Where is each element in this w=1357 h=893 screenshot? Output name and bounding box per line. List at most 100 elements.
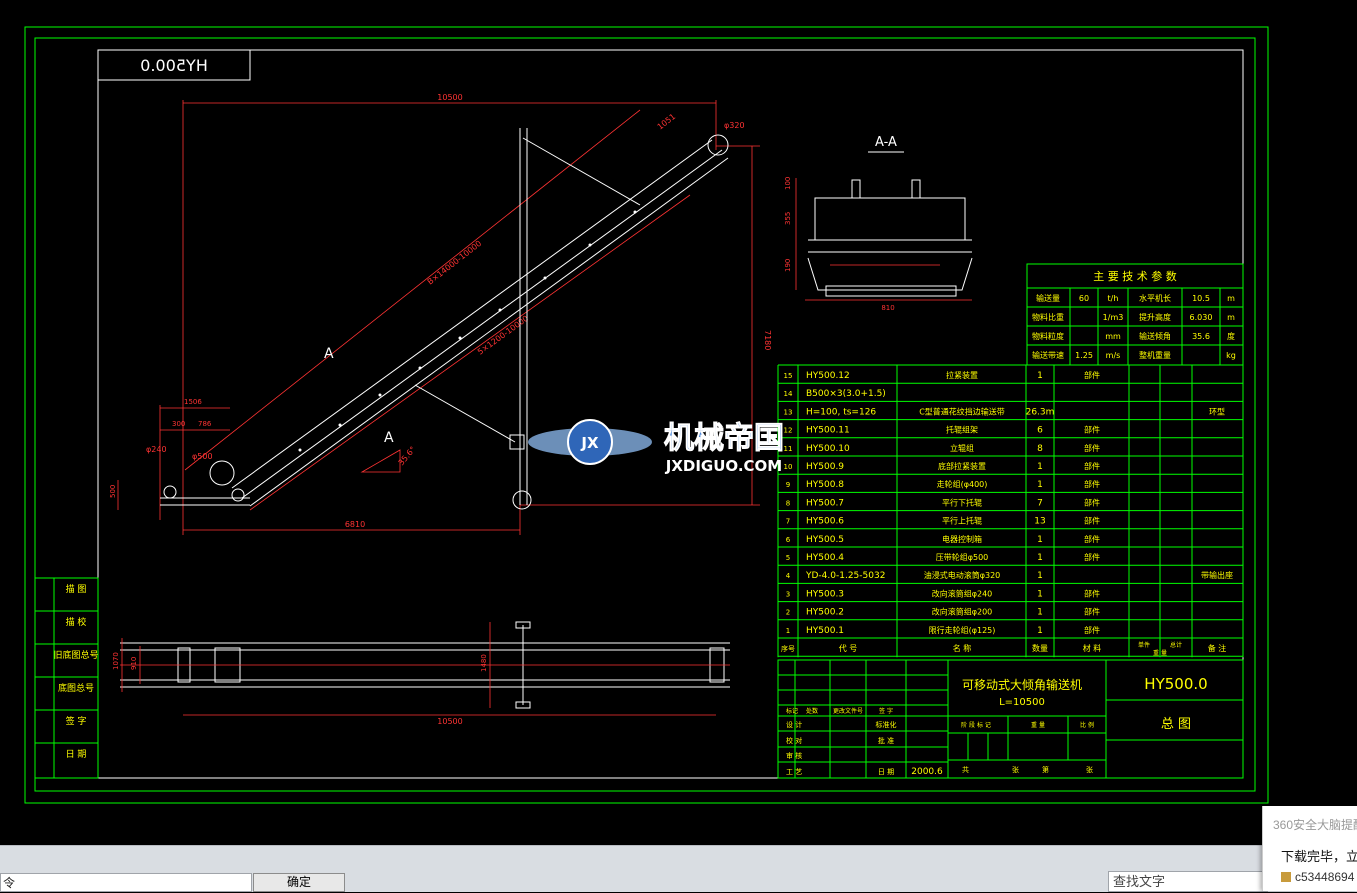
- tb-review: 审 核: [786, 751, 802, 760]
- parts-cell: 部件: [1084, 588, 1100, 598]
- parts-cell: 26.3m: [1026, 407, 1055, 417]
- parts-cell: 数量: [1032, 643, 1048, 653]
- parts-cell: 1: [1037, 589, 1043, 599]
- section-view: [807, 179, 973, 297]
- parts-cell: 油浸式电动滚筒φ320: [924, 570, 1001, 580]
- tb-process: 工 艺: [786, 768, 802, 776]
- parts-cell: 1: [1037, 626, 1043, 636]
- tb-ratio: 比 例: [1080, 721, 1094, 729]
- parts-cell: 1: [1037, 553, 1043, 563]
- tb-standard: 标准化: [876, 720, 897, 729]
- dim-500: 500: [109, 485, 117, 498]
- command-line-field[interactable]: 令: [0, 873, 252, 892]
- parts-cell: 立辊组: [950, 443, 974, 453]
- tech-param-cell: 1.25: [1075, 351, 1093, 360]
- cad-drawing-canvas[interactable]: HY500.0 描 图 描 校 旧底图总号 底图总号 签 字 日 期 10500…: [0, 0, 1357, 845]
- parts-cell: 代 号: [839, 643, 858, 653]
- parts-cell: 走轮组(φ400): [937, 479, 988, 489]
- parts-cell: HY500.3: [806, 589, 844, 599]
- parts-cell: B500×3(3.0+1.5): [806, 389, 886, 399]
- parts-cell: 部件: [1084, 443, 1100, 453]
- parts-cell: 12: [784, 427, 793, 435]
- parts-cell: HY500.9: [806, 462, 844, 472]
- parts-list-rows: 15 HY500.12 拉紧装置 1 部件14 B500×3(3.0+1.5)13 H=10…: [781, 370, 1233, 657]
- tb-mark: 标记: [786, 707, 798, 715]
- sec-dim-w: 810: [881, 304, 894, 312]
- tech-param-cell: 提升高度: [1139, 312, 1171, 322]
- section-label: A-A: [875, 135, 897, 150]
- dim-plan-w1: 1070: [112, 652, 120, 670]
- mirrored-drawing-number: HY500.0: [140, 56, 208, 75]
- watermark-cn: 机械帝国: [664, 421, 784, 456]
- parts-cell: 14: [784, 390, 793, 398]
- status-bar: 令 确定 查找文字: [0, 845, 1357, 892]
- tech-param-cell: mm: [1105, 332, 1121, 341]
- sec-dim-h3: 190: [784, 259, 792, 272]
- tech-param-cell: 6.030: [1190, 313, 1213, 322]
- view-marker-a1: A: [324, 346, 334, 362]
- parts-cell: 限行走轮组(φ125): [929, 625, 996, 635]
- parts-cell: 电器控制箱: [942, 534, 982, 544]
- parts-cell: HY500.2: [806, 608, 844, 618]
- tech-param-cell: m: [1227, 313, 1235, 322]
- tech-param-cell: t/h: [1108, 294, 1119, 303]
- parts-cell: 1: [1037, 480, 1043, 490]
- title-drawing-title: 总 图: [1161, 717, 1191, 732]
- tech-param-cell: m/s: [1106, 351, 1121, 360]
- parts-cell: 7: [1037, 498, 1043, 508]
- dim-base-length: 6810: [345, 520, 365, 529]
- side-label-5: 日 期: [66, 749, 87, 760]
- tech-param-cell: 10.5: [1192, 294, 1210, 303]
- dim-1506: 1506: [184, 398, 202, 406]
- parts-cell: 8: [1037, 444, 1043, 454]
- tech-param-cell: m: [1227, 294, 1235, 303]
- parts-cell: 名 称: [953, 643, 972, 653]
- notification-file[interactable]: c53448694: [1281, 870, 1354, 884]
- parts-cell: 15: [784, 372, 793, 380]
- parts-cell: 重 量: [1153, 649, 1167, 657]
- parts-cell: 4: [786, 572, 791, 580]
- plan-dimensions: [121, 622, 716, 716]
- parts-cell: 1: [786, 627, 790, 635]
- section-dimensions: [795, 178, 972, 301]
- tb-change-doc: 更改文件号: [833, 707, 863, 715]
- parts-cell: 6: [1037, 426, 1043, 436]
- parts-cell: 部件: [1084, 625, 1100, 635]
- watermark-logo: JX: [580, 434, 599, 452]
- parts-cell: 8: [786, 499, 790, 507]
- tb-total: 共: [962, 765, 969, 774]
- parts-cell: 5: [786, 554, 790, 562]
- parts-cell: 总计: [1170, 641, 1182, 649]
- parts-cell: 1: [1037, 608, 1043, 618]
- tb-sheet2: 张: [1086, 765, 1093, 774]
- parts-cell: 部件: [1084, 479, 1100, 489]
- parts-cell: 10: [784, 463, 793, 471]
- dim-plan-length: 10500: [437, 717, 462, 726]
- side-label-0: 描 图: [66, 583, 87, 595]
- tb-date-label: 日 期: [878, 768, 894, 776]
- parts-cell: 底部拉紧装置: [938, 461, 986, 471]
- parts-cell: H=100, ts=126: [806, 407, 876, 417]
- dim-overall-length: 10500: [437, 93, 462, 102]
- tech-param-cell: 输送带速: [1032, 350, 1064, 360]
- tech-param-cell: 1/m3: [1103, 313, 1124, 322]
- parts-cell: 改向滚筒组φ200: [932, 607, 993, 617]
- tb-page: 第: [1042, 765, 1049, 774]
- parts-cell: 备 注: [1208, 643, 1227, 653]
- parts-cell: 部件: [1084, 497, 1100, 507]
- parts-cell: HY500.6: [806, 517, 844, 527]
- ok-button[interactable]: 确定: [253, 873, 345, 892]
- parts-cell: HY500.7: [806, 498, 844, 508]
- parts-cell: 托辊组架: [946, 425, 978, 435]
- angle-triangle: [360, 449, 401, 473]
- parts-cell: HY500.10: [806, 444, 850, 454]
- parts-cell: 1: [1037, 371, 1043, 381]
- find-text-field[interactable]: 查找文字: [1108, 871, 1268, 892]
- download-notification[interactable]: 360安全大脑提醒 下载完毕，立 c53448694: [1262, 806, 1357, 891]
- parts-cell: 部件: [1084, 461, 1100, 471]
- dim-top-length: 1051: [656, 112, 678, 132]
- tb-approve: 批 准: [878, 736, 894, 745]
- parts-cell: 单件: [1138, 641, 1150, 649]
- parts-cell: 部件: [1084, 552, 1100, 562]
- tech-param-cell: 输送倾角: [1139, 331, 1171, 341]
